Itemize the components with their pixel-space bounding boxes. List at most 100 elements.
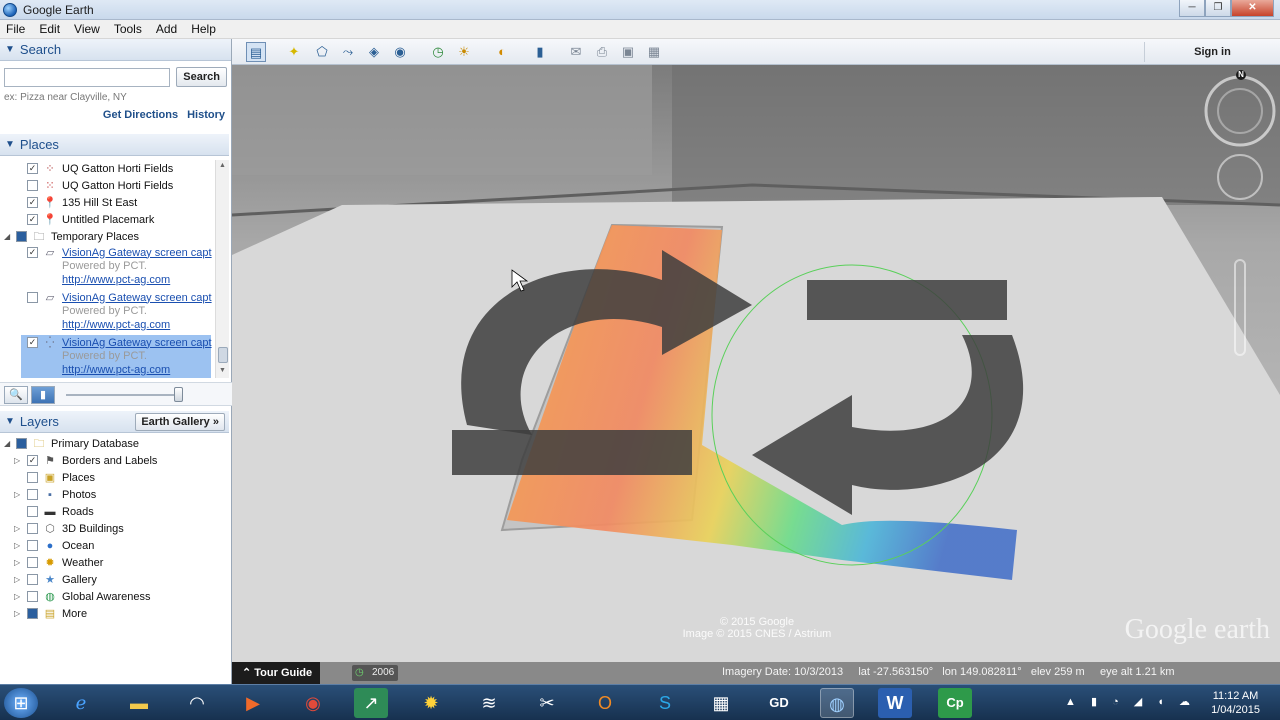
layer-item[interactable]: ▷ ◍ Global Awareness [0, 588, 229, 605]
add-placemark-button[interactable]: ✦ [284, 42, 304, 62]
ruler-button[interactable]: ▮ [530, 42, 550, 62]
layer-checkbox[interactable] [27, 591, 38, 602]
menu-view[interactable]: View [68, 22, 108, 36]
record-tour-button[interactable]: ◉ [390, 42, 410, 62]
layer-item[interactable]: ▷ ● Ocean [0, 537, 229, 554]
layer-checkbox[interactable] [27, 489, 38, 500]
taskbar-clock[interactable]: 11:12 AM 1/04/2015 [1211, 689, 1260, 717]
maximize-button[interactable]: ❐ [1205, 0, 1231, 17]
add-path-button[interactable]: ⤳ [338, 42, 358, 62]
menu-help[interactable]: Help [185, 22, 224, 36]
overlay-title-link[interactable]: VisionAg Gateway screen capt [62, 292, 212, 304]
overlay-item[interactable]: ✓ ▱ VisionAg Gateway screen capt Powered… [0, 245, 229, 290]
layer-checkbox[interactable] [27, 506, 38, 517]
overlay-checkbox[interactable]: ✓ [27, 337, 38, 348]
overlay-title-link[interactable]: VisionAg Gateway screen capt [62, 337, 212, 349]
history-link[interactable]: History [187, 109, 225, 121]
layer-checkbox[interactable] [27, 608, 38, 619]
menu-add[interactable]: Add [150, 22, 185, 36]
taskbar-google-earth[interactable]: ◍ [820, 688, 854, 718]
overlay-item-selected[interactable]: ✓ ⁛ VisionAg Gateway screen capt Powered… [21, 335, 212, 378]
taskbar-camtasia[interactable]: Cp [938, 688, 972, 718]
taskbar-outlook[interactable]: O [588, 688, 622, 718]
layer-item[interactable]: ▷ ✓ ⚑ Borders and Labels [0, 452, 229, 469]
search-places-button[interactable]: 🔍 [4, 386, 28, 404]
taskbar-app-green[interactable]: ↗ [354, 688, 388, 718]
sunlight-button[interactable]: ☀ [454, 42, 474, 62]
taskbar-word[interactable]: W [878, 688, 912, 718]
add-image-overlay-button[interactable]: ◈ [364, 42, 384, 62]
taskbar-chrome[interactable]: ◉ [296, 688, 330, 718]
layer-item[interactable]: ▷ ▤ More [0, 605, 229, 622]
taskbar-wifi[interactable]: ◠ [180, 688, 214, 718]
layer-item[interactable]: ▬ Roads [0, 503, 229, 520]
layer-checkbox[interactable] [16, 438, 27, 449]
expand-arrow-icon[interactable]: ◢ [4, 439, 10, 448]
add-polygon-button[interactable]: ⬠ [312, 42, 332, 62]
menu-file[interactable]: File [0, 22, 33, 36]
expand-arrow-icon[interactable]: ▷ [14, 490, 20, 499]
layer-checkbox[interactable] [27, 574, 38, 585]
taskbar-snipping[interactable]: ✂ [530, 688, 564, 718]
overlay-checkbox[interactable] [27, 292, 38, 303]
get-directions-link[interactable]: Get Directions [103, 109, 178, 121]
place-checkbox[interactable]: ✓ [27, 214, 38, 225]
historical-year-badge[interactable]: ◷ 2006 [352, 665, 399, 681]
system-tray[interactable]: ▲ ▮ ◔ ◢ ◖ ☁ [1065, 695, 1196, 708]
layer-checkbox[interactable] [27, 557, 38, 568]
taskbar-sun-app[interactable]: ✹ [414, 688, 448, 718]
toggle-view-button[interactable]: ▮ [31, 386, 55, 404]
taskbar-skype[interactable]: S [648, 688, 682, 718]
opacity-slider-track[interactable] [66, 394, 178, 396]
scrollbar-thumb[interactable] [218, 347, 228, 363]
close-button[interactable]: ✕ [1231, 0, 1274, 17]
place-item[interactable]: ✓ 📍 135 Hill St East [0, 194, 229, 211]
overlay-url-link[interactable]: http://www.pct-ag.com [27, 274, 229, 290]
places-panel-header[interactable]: ▼ Places [0, 134, 229, 156]
place-item[interactable]: ⁙ UQ Gatton Horti Fields [0, 177, 229, 194]
opacity-slider-knob[interactable] [174, 387, 183, 402]
expand-arrow-icon[interactable]: ▷ [14, 592, 20, 601]
overlay-url-link[interactable]: http://www.pct-ag.com [27, 319, 229, 335]
expand-arrow-icon[interactable]: ▷ [14, 541, 20, 550]
layer-item[interactable]: ▷ ★ Gallery [0, 571, 229, 588]
places-scrollbar[interactable]: ▲ ▼ [215, 160, 229, 378]
layer-checkbox[interactable]: ✓ [27, 455, 38, 466]
minimize-button[interactable]: ─ [1179, 0, 1205, 17]
layer-item[interactable]: ▷ ✹ Weather [0, 554, 229, 571]
historical-imagery-button[interactable]: ◷ [428, 42, 448, 62]
scroll-down-icon[interactable]: ▼ [219, 367, 226, 374]
save-image-button[interactable]: ▦ [644, 42, 664, 62]
planets-button[interactable]: ◐ [492, 42, 512, 62]
sign-in-button[interactable]: Sign in [1144, 42, 1280, 62]
taskbar-media[interactable]: ▶ [236, 688, 270, 718]
place-checkbox[interactable]: ✓ [27, 163, 38, 174]
layer-checkbox[interactable] [27, 472, 38, 483]
layer-item[interactable]: ▷ ⬡ 3D Buildings [0, 520, 229, 537]
overlay-url-link[interactable]: http://www.pct-ag.com [27, 364, 211, 378]
layer-checkbox[interactable] [27, 523, 38, 534]
show-hidden-icons[interactable]: ▲ [1065, 696, 1082, 708]
start-button[interactable]: ⊞ [4, 688, 38, 718]
taskbar-ie[interactable]: ℯ [64, 688, 98, 718]
tour-guide-button[interactable]: ⌃ Tour Guide [232, 662, 320, 684]
layer-item[interactable]: ▣ Places [0, 469, 229, 486]
layer-item[interactable]: ▷ ▪ Photos [0, 486, 229, 503]
print-button[interactable]: ⎙ [592, 42, 612, 62]
temporary-places-folder[interactable]: ◢ 🗀 Temporary Places [0, 228, 229, 245]
scroll-up-icon[interactable]: ▲ [219, 162, 226, 169]
earth-gallery-button[interactable]: Earth Gallery » [135, 413, 225, 431]
folder-checkbox[interactable] [16, 231, 27, 242]
search-input[interactable] [4, 67, 171, 87]
place-checkbox[interactable]: ✓ [27, 197, 38, 208]
taskbar-app-stream[interactable]: ≋ [472, 688, 506, 718]
layers-panel-header[interactable]: ▼ Layers Earth Gallery » [0, 411, 229, 433]
layer-checkbox[interactable] [27, 540, 38, 551]
expand-arrow-icon[interactable]: ▷ [14, 575, 20, 584]
search-panel-header[interactable]: ▼ Search [0, 39, 231, 61]
expand-arrow-icon[interactable]: ▷ [14, 609, 20, 618]
menu-edit[interactable]: Edit [33, 22, 68, 36]
expand-arrow-icon[interactable]: ▷ [14, 456, 20, 465]
place-checkbox[interactable] [27, 180, 38, 191]
compass-north-label[interactable]: N [1236, 70, 1246, 80]
